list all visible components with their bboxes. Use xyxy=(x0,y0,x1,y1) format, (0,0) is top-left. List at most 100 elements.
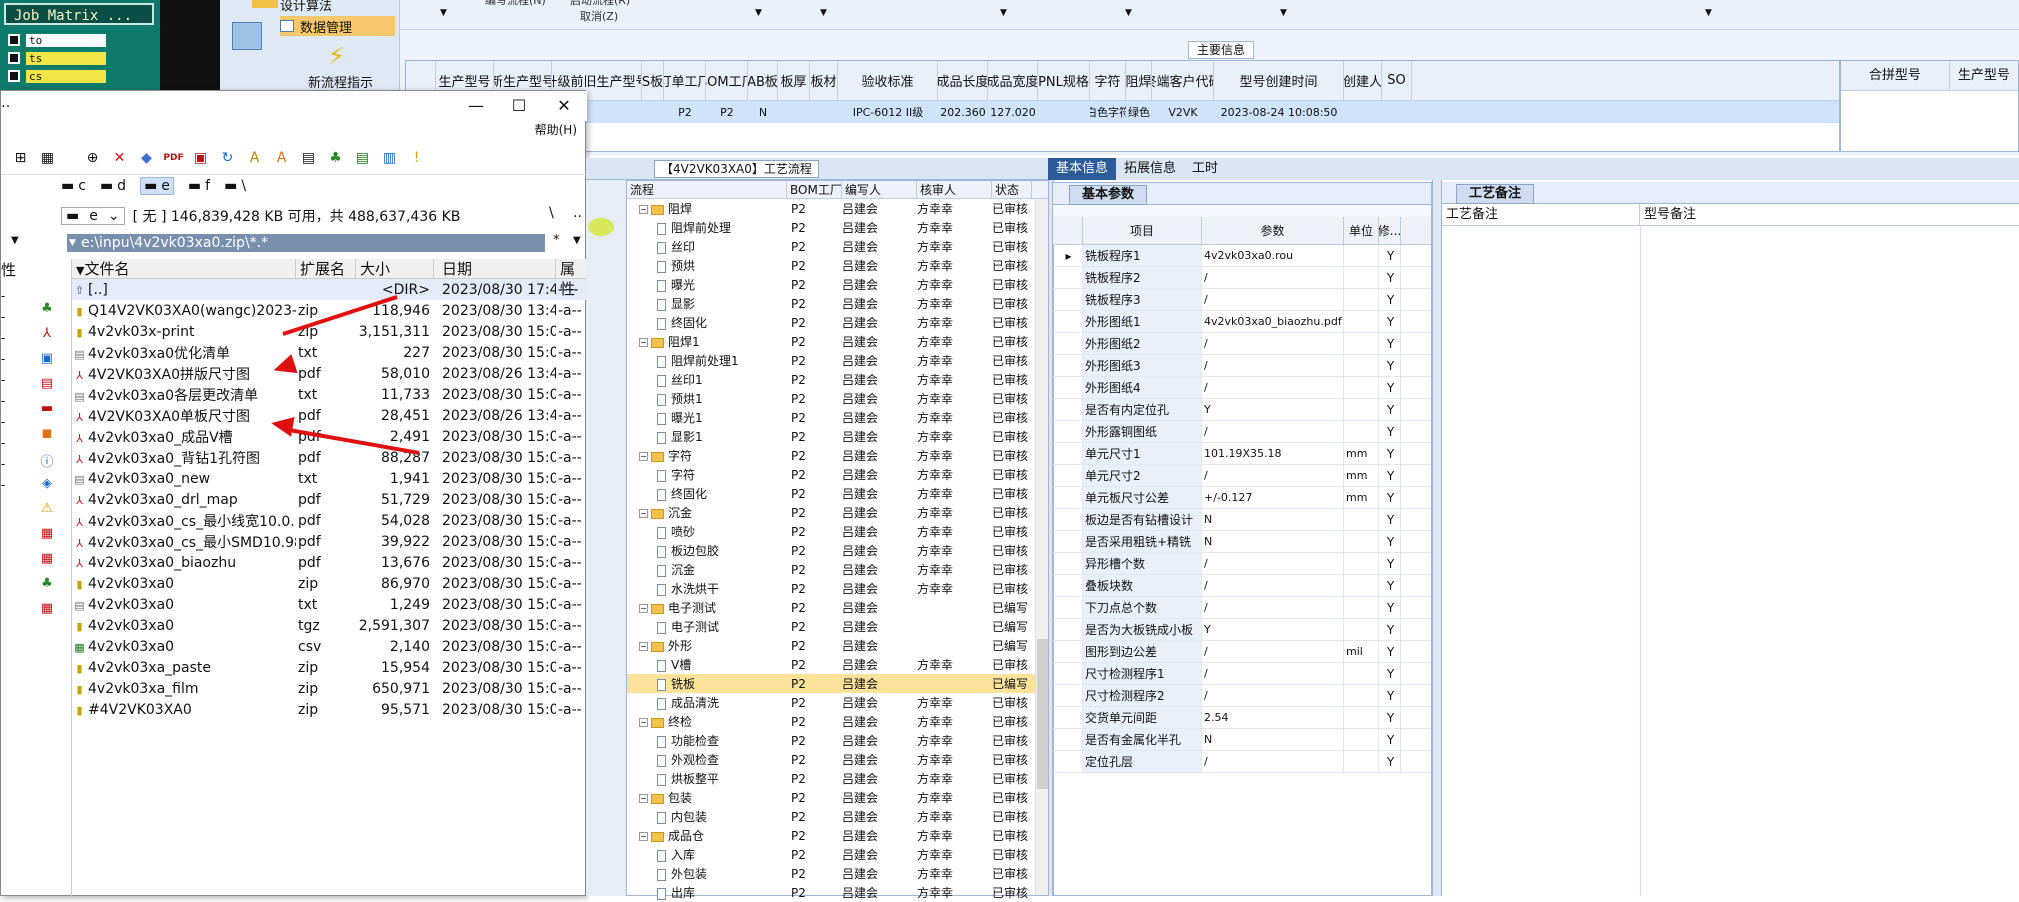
col-model-remark[interactable]: 型号备注 xyxy=(1640,204,2019,225)
menu-cancel[interactable]: 取消(Z) xyxy=(580,8,618,24)
process-name-cell[interactable]: 预烘1 xyxy=(627,390,787,407)
menu-help[interactable]: 帮助(H) xyxy=(535,121,577,138)
param-param[interactable]: / xyxy=(1202,355,1344,376)
menu-write-process[interactable]: 编写流程(N) xyxy=(485,0,546,8)
col-mod[interactable]: 修... xyxy=(1379,217,1401,244)
drive-network[interactable]: ▬ \ xyxy=(224,178,246,194)
process-row[interactable]: − 沉金 P2 吕建会 方幸幸 已审核 xyxy=(627,503,1049,522)
machine-icon[interactable] xyxy=(232,22,262,50)
process-row[interactable]: 水洗烘干 P2 吕建会 方幸幸 已审核 xyxy=(627,579,1049,598)
file-name-cell[interactable]: ⅄ 4V2VK03XA0单板尺寸图 xyxy=(72,406,296,426)
process-row[interactable]: − 阻焊 P2 吕建会 方幸幸 已审核 xyxy=(627,199,1049,218)
param-row[interactable]: 外形图纸3/ Y xyxy=(1053,355,1431,377)
process-name-cell[interactable]: − 成品仓 xyxy=(627,827,787,844)
file-name-cell[interactable]: ▮ 4v2vk03xa_paste xyxy=(72,660,296,676)
param-param[interactable]: Y xyxy=(1202,619,1344,640)
process-row[interactable]: 外包装 P2 吕建会 方幸幸 已审核 xyxy=(627,864,1049,883)
process-row[interactable]: − 阻焊1 P2 吕建会 方幸幸 已审核 xyxy=(627,332,1049,351)
file-name-cell[interactable]: ⅄ 4v2vk03xa0_drl_map xyxy=(72,492,296,508)
tool-data-management[interactable]: 数据管理 xyxy=(280,16,395,36)
param-param[interactable]: / xyxy=(1202,267,1344,288)
main-header-cell[interactable]: 型号创建时间 xyxy=(1214,61,1344,100)
basic-params-tab[interactable]: 基本参数 xyxy=(1069,185,1148,205)
process-name-cell[interactable]: − 包装 xyxy=(627,789,787,806)
file-name-cell[interactable]: ⅄ 4V2VK03XA0拼版尺寸图 xyxy=(72,364,296,384)
process-row[interactable]: 丝印 P2 吕建会 方幸幸 已审核 xyxy=(627,237,1049,256)
network-tree-icon[interactable]: ♣ xyxy=(37,301,57,326)
param-param[interactable]: / xyxy=(1202,575,1344,596)
param-row[interactable]: 异形槽个数 / Y xyxy=(1053,553,1431,575)
chevron-down-icon[interactable]: ▼ xyxy=(11,235,19,246)
main-header-cell[interactable]: SO xyxy=(1382,61,1412,100)
process-row[interactable]: − 终检 P2 吕建会 方幸幸 已审核 xyxy=(627,712,1049,731)
blank-doc-icon[interactable]: ▤ xyxy=(295,147,322,169)
collapse-icon[interactable]: − xyxy=(639,338,648,347)
process-row[interactable]: 电子测试 P2 吕建会 已编写 xyxy=(627,617,1049,636)
main-info-data-row[interactable]: 8P2P2NIPC-6012 II级202.360127.020白色字符绿色V2… xyxy=(406,101,1839,123)
layer-name[interactable]: to xyxy=(26,33,106,47)
file-row[interactable]: ⅄ 4v2vk03xa0_biaozhu pdf 13,676 2023/08/30 1… xyxy=(72,552,587,573)
network-tree-icon[interactable]: ♣ xyxy=(37,576,57,601)
main-header-cell[interactable]: 验收标准 xyxy=(838,61,938,100)
process-row[interactable]: 终固化 P2 吕建会 方幸幸 已审核 xyxy=(627,313,1049,332)
process-row[interactable]: 终固化 P2 吕建会 方幸幸 已审核 xyxy=(627,484,1049,503)
layer-row[interactable]: cs xyxy=(8,68,128,84)
tree-network-icon[interactable]: ♣ xyxy=(322,147,349,169)
col-name-header[interactable]: ▼文件名 xyxy=(72,259,296,278)
collapse-icon[interactable]: − xyxy=(639,794,648,803)
param-param[interactable]: / xyxy=(1202,465,1344,486)
param-row[interactable]: 单元尺寸2/mm Y xyxy=(1053,465,1431,487)
process-name-cell[interactable]: − 阻焊1 xyxy=(627,333,787,350)
process-row[interactable]: 丝印1 P2 吕建会 方幸幸 已审核 xyxy=(627,370,1049,389)
param-param[interactable]: 2.54 xyxy=(1202,707,1344,728)
tab-hours[interactable]: 工时 xyxy=(1184,158,1226,180)
process-name-cell[interactable]: 字符 xyxy=(627,466,787,483)
process-row[interactable]: 沉金 P2 吕建会 方幸幸 已审核 xyxy=(627,560,1049,579)
file-name-cell[interactable]: ▦ 4v2vk03xa0 xyxy=(72,639,296,655)
param-param[interactable]: 4v2vk03xa0_biaozhu.pdf xyxy=(1202,311,1344,332)
process-name-cell[interactable]: − 终检 xyxy=(627,713,787,730)
refresh-icon[interactable]: ↻ xyxy=(214,147,241,169)
main-header-cell[interactable]: 创建人 xyxy=(1344,61,1382,100)
param-param[interactable]: / xyxy=(1202,597,1344,618)
param-param[interactable]: / xyxy=(1202,641,1344,662)
param-param[interactable]: / xyxy=(1202,333,1344,354)
collapse-icon[interactable]: − xyxy=(639,452,648,461)
maximize-icon[interactable]: ☐ xyxy=(504,95,534,117)
warning-icon[interactable]: ⚠ xyxy=(37,501,57,526)
main-header-cell[interactable]: AB板 xyxy=(748,61,778,100)
file-row[interactable]: ⅄ 4V2VK03XA0拼版尺寸图 pdf 58,010 2023/08/26 13:4… xyxy=(72,363,587,384)
process-row[interactable]: − 包装 P2 吕建会 方幸幸 已审核 xyxy=(627,788,1049,807)
tab-basic[interactable]: 基本信息 xyxy=(1048,158,1117,180)
param-param[interactable]: / xyxy=(1202,553,1344,574)
process-name-cell[interactable]: 功能检查 xyxy=(627,732,787,749)
param-param[interactable]: +/-0.127 xyxy=(1202,487,1344,508)
process-tab[interactable]: 【4V2VK03XA0】工艺流程 xyxy=(654,160,819,178)
process-row[interactable]: 预烘 P2 吕建会 方幸幸 已审核 xyxy=(627,256,1049,275)
file-row[interactable]: ⅄ 4V2VK03XA0单板尺寸图 pdf 28,451 2023/08/26 13:4… xyxy=(72,405,587,426)
col-process-remark[interactable]: 工艺备注 xyxy=(1442,204,1640,225)
process-row[interactable]: 显影1 P2 吕建会 方幸幸 已审核 xyxy=(627,427,1049,446)
process-row[interactable]: 预烘1 P2 吕建会 方幸幸 已审核 xyxy=(627,389,1049,408)
file-row[interactable]: ▦ 4v2vk03xa0 csv 2,140 2023/08/30 15:00 -a-- xyxy=(72,636,587,657)
process-row[interactable]: 烘板整平 P2 吕建会 方幸幸 已审核 xyxy=(627,769,1049,788)
process-row[interactable]: − 外形 P2 吕建会 已编写 xyxy=(627,636,1049,655)
param-row[interactable]: 板边是否有钻槽设计 N Y xyxy=(1053,509,1431,531)
process-name-cell[interactable]: 铣板 xyxy=(627,675,787,692)
param-row[interactable]: 叠板块数 / Y xyxy=(1053,575,1431,597)
process-name-cell[interactable]: 内包装 xyxy=(627,808,787,825)
process-row[interactable]: 成品清洗 P2 吕建会 方幸幸 已审核 xyxy=(627,693,1049,712)
param-param[interactable]: 101.19X35.18 xyxy=(1202,443,1344,464)
param-param[interactable]: Y xyxy=(1202,399,1344,420)
param-param[interactable]: / xyxy=(1202,377,1344,398)
chevron-down-icon[interactable]: ▼ xyxy=(573,235,581,246)
process-name-cell[interactable]: 阻焊前处理1 xyxy=(627,352,787,369)
font-icon[interactable]: A xyxy=(241,147,268,169)
process-name-cell[interactable]: 显影 xyxy=(627,295,787,312)
file-row[interactable]: ▤ 4v2vk03xa0_new txt 1,941 2023/08/30 15:03-… xyxy=(72,468,587,489)
param-param[interactable]: / xyxy=(1202,289,1344,310)
main-header-cell[interactable]: BOM工厂 xyxy=(706,61,748,100)
file-name-cell[interactable]: ⇧ [..] xyxy=(72,282,296,298)
delete-icon[interactable]: ▬ xyxy=(37,401,57,426)
param-row[interactable]: 单元板尺寸公差 +/-0.127 mm Y xyxy=(1053,487,1431,509)
